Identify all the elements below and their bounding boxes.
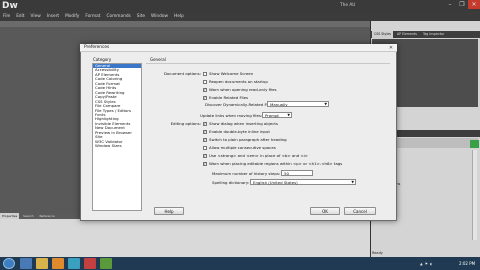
window-controls: – ❐ ✕ <box>444 0 480 9</box>
files-scrollbar[interactable] <box>472 150 477 240</box>
dialog-title: Preferences <box>84 45 110 50</box>
discover-label: Discover Dynamically-Related Files: <box>205 102 275 107</box>
menu-help[interactable]: Help <box>174 12 184 21</box>
option-warn-editable-regions[interactable]: ✓ Warn when placing editable regions with… <box>203 161 388 166</box>
option-show-dialog[interactable]: ✓ Show dialog when inserting objects <box>203 121 383 126</box>
category-list[interactable]: General Accessibility AP Elements Code C… <box>92 63 142 211</box>
document-toolbar <box>0 21 370 27</box>
files-panel-icon[interactable] <box>470 140 479 148</box>
tray-flag-icon[interactable]: ⚑ <box>425 262 428 266</box>
option-reopen-docs[interactable]: Reopen documents on startup <box>203 79 353 84</box>
tab-search[interactable]: Search <box>21 213 35 219</box>
menu-insert[interactable]: Insert <box>47 12 59 21</box>
option-double-byte[interactable]: ✓ Enable double-byte inline input <box>203 129 383 134</box>
menu-commands[interactable]: Commands <box>106 12 130 21</box>
folder-icon[interactable] <box>36 258 48 269</box>
chevron-down-icon: ▼ <box>351 180 354 184</box>
option-plain-paragraph[interactable]: ✓ Switch to plain paragraph after heading <box>203 137 383 142</box>
status-text: Ready <box>372 251 383 255</box>
section-divider <box>146 63 390 64</box>
option-show-welcome[interactable]: Show Welcome Screen <box>203 71 353 76</box>
app-icon[interactable] <box>68 258 80 269</box>
spelling-select[interactable]: English (United States) ▼ <box>250 179 356 185</box>
ok-button[interactable]: OK <box>310 207 340 215</box>
chevron-down-icon: ▼ <box>287 113 290 117</box>
menu-format[interactable]: Format <box>85 12 100 21</box>
history-input[interactable]: 50 <box>281 170 313 176</box>
checkbox-checked[interactable]: ✓ <box>203 87 207 92</box>
clock[interactable]: 2:02 PM <box>455 258 479 269</box>
checkbox-checked[interactable]: ✓ <box>203 137 207 142</box>
menu-window[interactable]: Window <box>151 12 168 21</box>
option-warn-readonly[interactable]: ✓ Warn when opening read-only files <box>203 87 353 92</box>
title-bar <box>0 0 480 12</box>
discover-select[interactable]: Manually ▼ <box>267 101 329 107</box>
media-player-icon[interactable] <box>52 258 64 269</box>
menu-view[interactable]: View <box>31 12 41 21</box>
checkbox-checked[interactable]: ✓ <box>203 161 207 166</box>
checkbox[interactable] <box>203 145 207 150</box>
option-multiple-spaces[interactable]: Allow multiple consecutive spaces <box>203 145 383 150</box>
option-related-files[interactable]: ✓ Enable Related Files <box>203 95 353 100</box>
help-button[interactable]: Help <box>154 207 184 215</box>
category-item[interactable]: Window Sizes <box>93 143 141 148</box>
chevron-down-icon: ▼ <box>324 102 327 106</box>
history-label: Maximum number of history steps: <box>212 171 281 176</box>
start-button-icon[interactable] <box>3 258 15 269</box>
editing-options-label: Editing options: <box>170 121 201 126</box>
tray-volume-icon[interactable]: ◖ <box>430 262 432 266</box>
tab-properties[interactable]: Properties <box>0 213 20 219</box>
menu-site[interactable]: Site <box>137 12 145 21</box>
spelling-label: Spelling dictionary: <box>212 180 250 185</box>
maximize-button[interactable]: ❐ <box>456 0 468 9</box>
checkbox[interactable] <box>203 71 207 76</box>
app-title: The AU <box>340 3 356 8</box>
tab-tag-inspector[interactable]: Tag Inspector <box>421 31 446 38</box>
tab-reference[interactable]: Reference <box>37 213 56 219</box>
checkbox-checked[interactable]: ✓ <box>203 95 207 100</box>
update-links-select[interactable]: Prompt ▼ <box>262 112 292 118</box>
menu-modify[interactable]: Modify <box>65 12 79 21</box>
panel-tabs: CSS Styles AP Elements Tag Inspector <box>370 31 480 38</box>
checkbox-checked[interactable]: ✓ <box>203 153 207 158</box>
system-tray: ▲ ⚑ ◖ <box>420 258 460 269</box>
app-logo: Dw <box>2 1 18 11</box>
option-strong-em[interactable]: ✓ Use <strong> and <em> in place of <b> a… <box>203 153 383 158</box>
update-links-label: Update links when moving files: <box>200 113 263 118</box>
checkbox-checked[interactable]: ✓ <box>203 121 207 126</box>
close-icon[interactable]: ✕ <box>387 45 395 51</box>
menu-file[interactable]: File <box>3 12 10 21</box>
tab-ap-elements[interactable]: AP Elements <box>395 31 419 38</box>
cancel-button[interactable]: Cancel <box>344 207 376 215</box>
minimize-button[interactable]: – <box>444 0 456 9</box>
checkbox-checked[interactable]: ✓ <box>203 129 207 134</box>
document-options-label: Document options: <box>163 71 201 76</box>
dreamweaver-taskbar-icon[interactable] <box>100 258 112 269</box>
tray-up-arrow-icon[interactable]: ▲ <box>420 262 423 266</box>
ie-icon[interactable] <box>20 258 32 269</box>
menu-bar: File Edit View Insert Modify Format Comm… <box>0 12 480 21</box>
tab-css-styles[interactable]: CSS Styles <box>372 31 393 38</box>
checkbox[interactable] <box>203 79 207 84</box>
menu-edit[interactable]: Edit <box>16 12 24 21</box>
close-window-button[interactable]: ✕ <box>468 0 480 9</box>
app-icon-2[interactable] <box>84 258 96 269</box>
